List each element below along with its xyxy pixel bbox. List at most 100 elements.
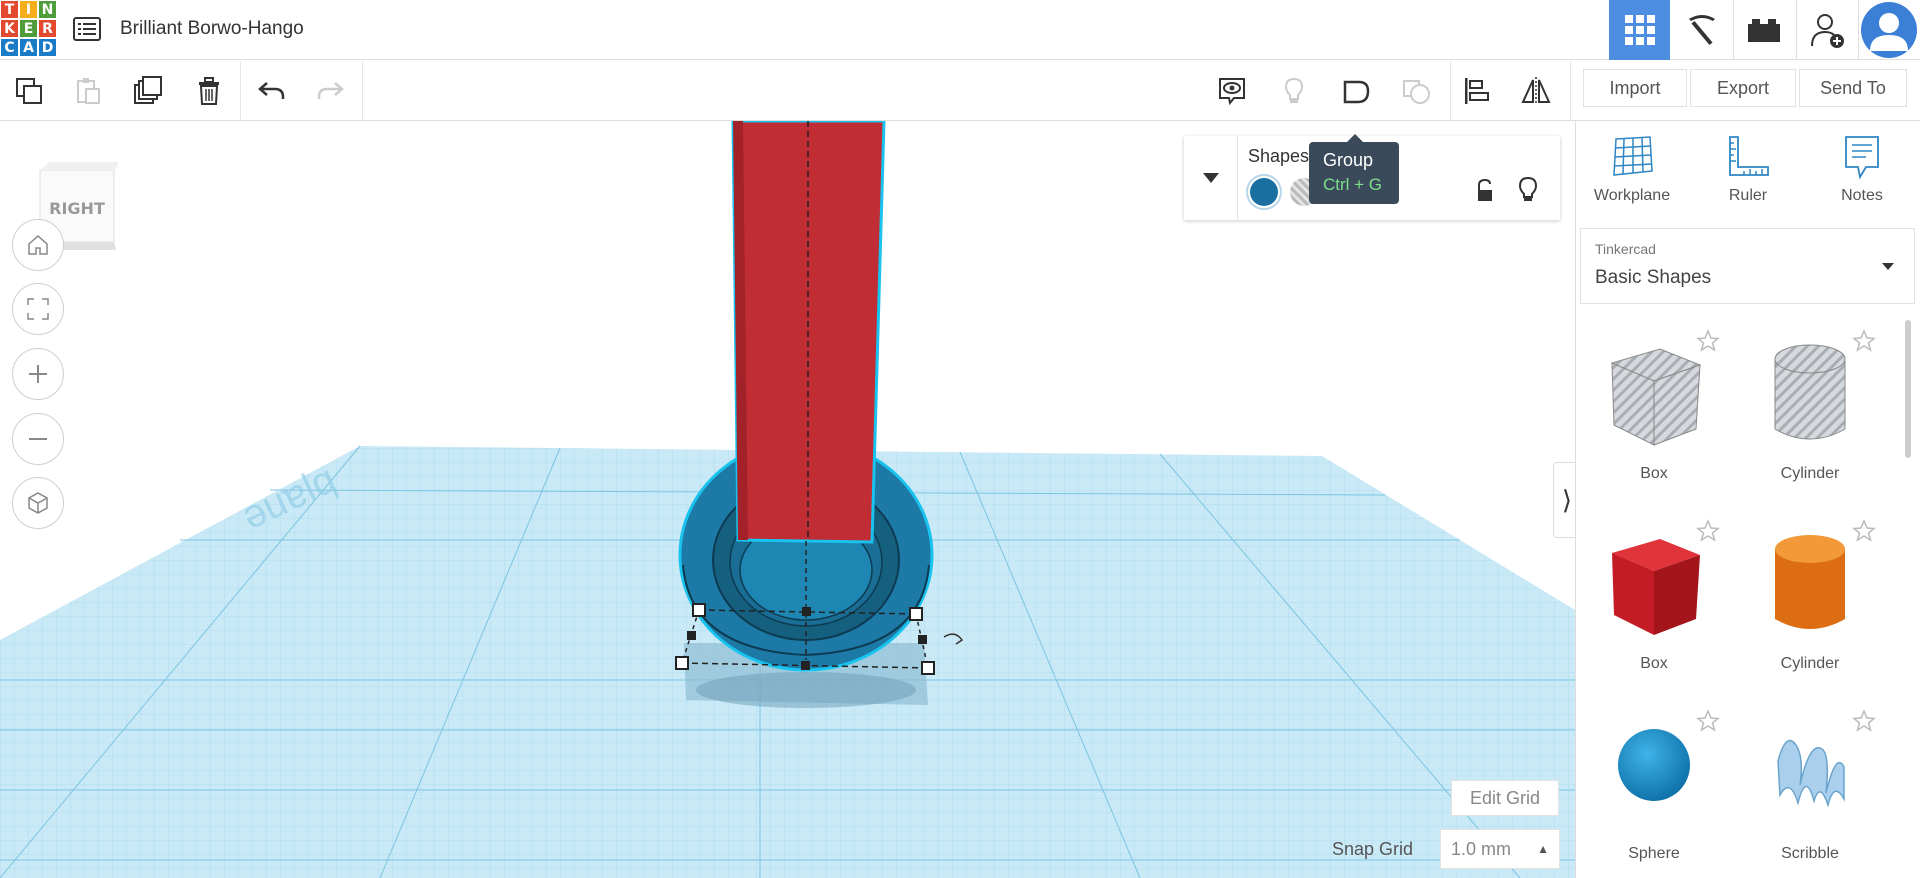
minecraft-button[interactable] (1671, 0, 1732, 60)
trash-icon (199, 77, 219, 105)
logo-letter: N (38, 0, 57, 19)
design-list-button[interactable] (72, 15, 102, 43)
ruler-tool[interactable]: Ruler (1696, 133, 1800, 223)
caret-down-icon (1882, 263, 1894, 270)
inspector-collapse-button[interactable] (1184, 136, 1238, 220)
group-button[interactable] (1336, 71, 1376, 111)
user-avatar[interactable] (1858, 0, 1919, 60)
sphere-icon (1618, 729, 1690, 801)
lock-icon[interactable] (1474, 178, 1496, 204)
logo-letter: E (19, 19, 38, 38)
3d-viewport[interactable]: ǝuɐlq (0, 121, 1575, 878)
shape-list-scrollbar[interactable] (1905, 320, 1911, 458)
design-title[interactable]: Brilliant Borwo-Hango (120, 18, 304, 40)
list-icon (73, 17, 101, 41)
notes-icon (1845, 136, 1879, 180)
star-icon[interactable] (1696, 519, 1720, 543)
shape-box-hole[interactable]: Box (1576, 319, 1732, 509)
ruler-icon (1729, 136, 1769, 176)
redo-button[interactable] (310, 71, 350, 111)
star-icon[interactable] (1852, 709, 1876, 733)
ruler-label: Ruler (1728, 187, 1768, 204)
note-visibility-button[interactable] (1274, 71, 1314, 111)
shape-name: Cylinder (1780, 655, 1840, 672)
shape-cylinder-hole[interactable]: Cylinder (1732, 319, 1888, 509)
snap-grid-select[interactable]: 1.0 mm ▲ (1440, 829, 1560, 869)
right-panel: Workplane Ruler Notes Tinkercad Basic Sh… (1575, 121, 1920, 878)
3d-workspace[interactable]: ǝuɐlq RIGHT ⟩ (0, 121, 1575, 878)
lightbulb-icon (1284, 77, 1304, 103)
ungroup-button[interactable] (1396, 71, 1436, 111)
star-icon[interactable] (1696, 709, 1720, 733)
cylinder-hole-icon (1774, 344, 1846, 440)
zoom-out-button[interactable] (12, 413, 64, 465)
paste-icon (77, 78, 100, 104)
duplicate-button[interactable] (128, 71, 168, 111)
notes-label: Notes (1841, 187, 1883, 204)
send-to-button[interactable]: Send To (1799, 69, 1907, 107)
mirror-button[interactable] (1516, 71, 1556, 111)
shape-sphere[interactable]: Sphere (1576, 699, 1732, 878)
box-shape[interactable] (731, 121, 886, 544)
shape-scribble[interactable]: Scribble (1732, 699, 1888, 878)
logo-letter: K (0, 19, 19, 38)
tooltip-shortcut: Ctrl + G (1323, 175, 1383, 194)
lightbulb-icon[interactable] (1518, 176, 1538, 204)
edit-toolbar: Import Export Send To (0, 61, 1920, 121)
inspector-title: Shapes (1248, 146, 1310, 166)
export-button[interactable]: Export (1690, 69, 1796, 107)
invite-user-button[interactable] (1796, 0, 1857, 60)
notes-tool[interactable]: Notes (1810, 133, 1914, 223)
shape-library-select[interactable]: Tinkercad Basic Shapes (1580, 228, 1915, 304)
pickaxe-icon (1688, 15, 1715, 46)
tinkercad-logo[interactable]: T I N K E R C A D (0, 0, 57, 57)
home-icon (28, 234, 48, 255)
tooltip-title: Group (1323, 150, 1374, 170)
star-icon[interactable] (1852, 329, 1876, 353)
collapse-panel-button[interactable]: ⟩ (1553, 462, 1575, 538)
delete-button[interactable] (189, 71, 229, 111)
import-button[interactable]: Import (1583, 69, 1687, 107)
view-cube-face-label: RIGHT (49, 199, 105, 218)
library-provider: Tinkercad (1595, 241, 1656, 257)
solid-color-swatch[interactable] (1246, 174, 1282, 210)
workplane-tool[interactable]: Workplane (1580, 133, 1684, 223)
zoom-in-button[interactable] (12, 348, 64, 400)
edit-grid-button[interactable]: Edit Grid (1451, 780, 1559, 816)
paste-button[interactable] (68, 71, 108, 111)
box-hole-icon (1610, 348, 1702, 446)
ungroup-icon (1403, 80, 1430, 104)
shape-box[interactable]: Box (1576, 509, 1732, 699)
logo-letter: D (38, 38, 57, 57)
shape-cylinder[interactable]: Cylinder (1732, 509, 1888, 699)
copy-button[interactable] (9, 71, 49, 111)
scribble-icon (1777, 739, 1845, 808)
3d-design-button[interactable] (1609, 0, 1670, 60)
avatar-icon (1860, 2, 1917, 58)
lego-bricks-button[interactable] (1733, 0, 1794, 60)
minus-icon (29, 438, 47, 440)
home-view-button[interactable] (12, 219, 64, 271)
eye-bubble-icon (1219, 78, 1245, 106)
shape-name: Scribble (1781, 845, 1839, 862)
star-icon[interactable] (1696, 329, 1720, 353)
grid-icon (1624, 15, 1655, 45)
perspective-button[interactable] (12, 477, 64, 529)
shape-name: Box (1640, 465, 1668, 482)
logo-letter: R (38, 19, 57, 38)
brick-icon (1747, 19, 1780, 42)
align-button[interactable] (1457, 71, 1497, 111)
shape-name: Sphere (1628, 845, 1680, 862)
group-tooltip: Group Ctrl + G (1309, 134, 1399, 204)
fit-view-button[interactable] (12, 283, 64, 335)
logo-letter: A (19, 38, 38, 57)
user-add-icon (1810, 14, 1844, 48)
workplane-label: Workplane (1593, 187, 1671, 204)
star-icon[interactable] (1852, 519, 1876, 543)
caret-down-icon (1202, 173, 1219, 183)
snap-grid-value: 1.0 mm (1451, 838, 1512, 859)
redo-icon (317, 82, 344, 99)
show-all-button[interactable] (1212, 71, 1252, 111)
undo-button[interactable] (252, 71, 292, 111)
undo-icon (258, 82, 285, 99)
